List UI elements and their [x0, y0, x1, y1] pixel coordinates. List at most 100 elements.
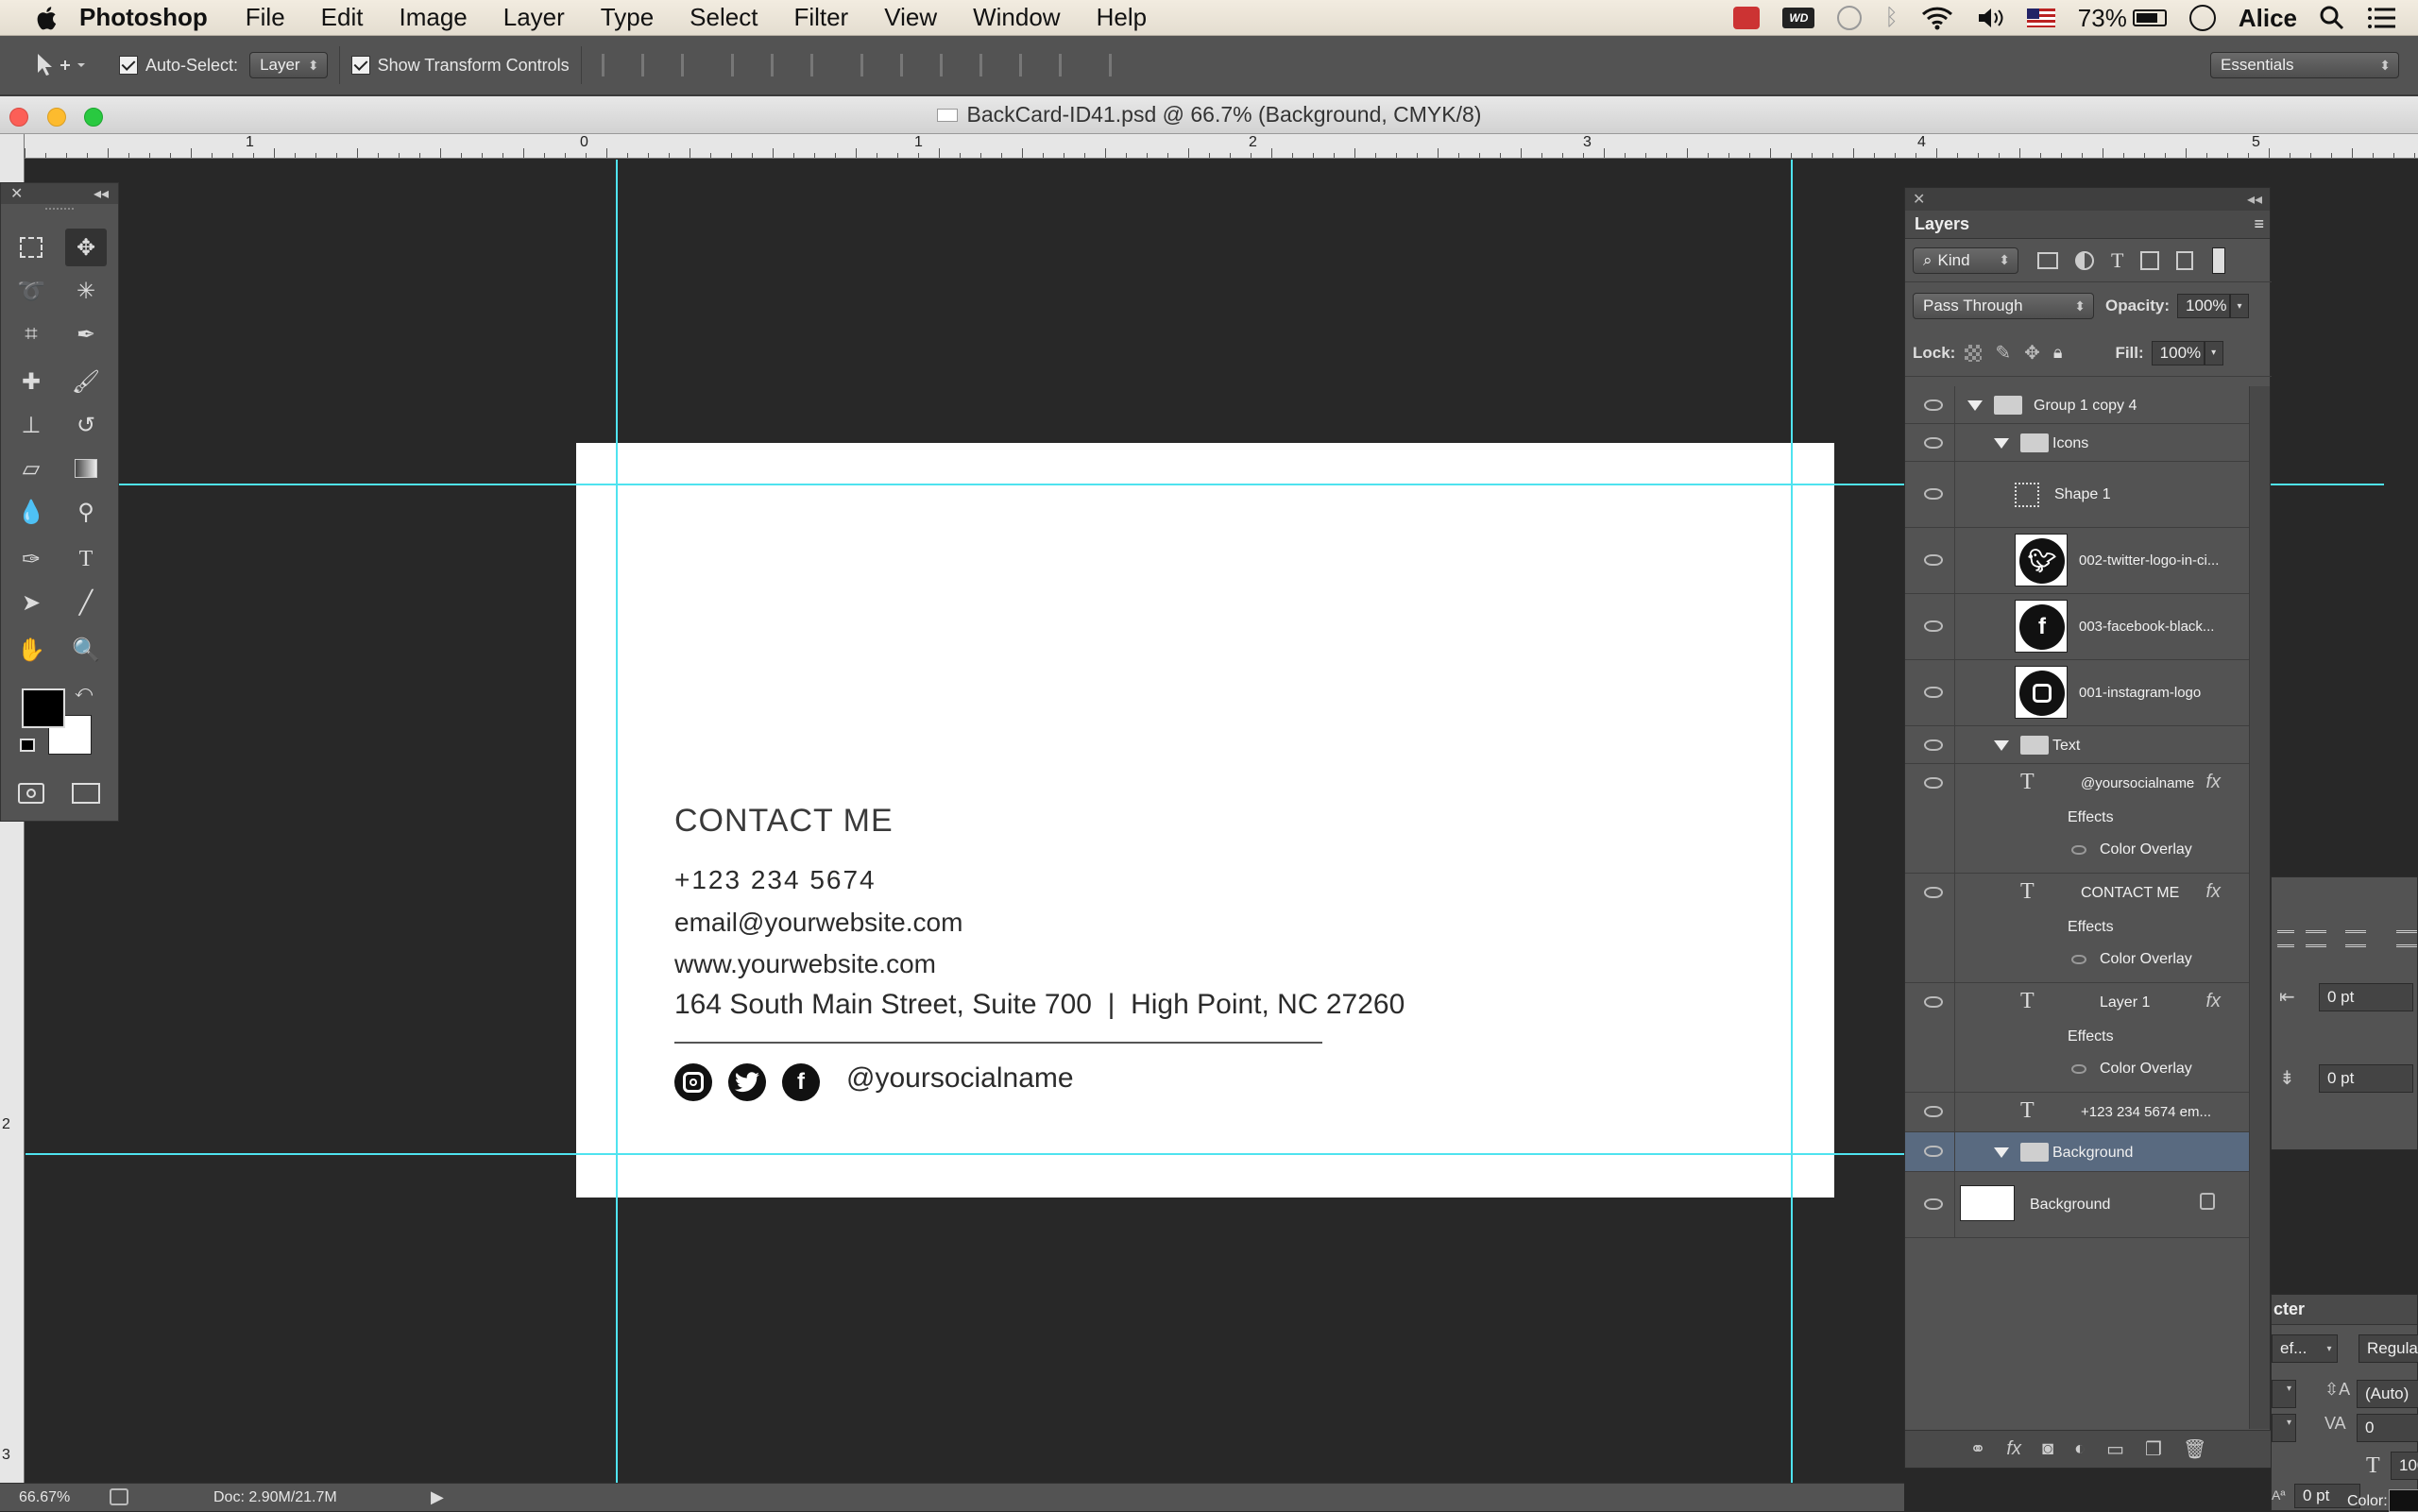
add-mask-icon[interactable]: ◙ — [2042, 1438, 2053, 1460]
layer-facebook-logo[interactable]: f 003-facebook-black... — [1905, 594, 2249, 660]
wd-drive-icon[interactable]: WD — [1782, 8, 1815, 28]
vertical-scale-input[interactable]: 100 — [2391, 1452, 2418, 1480]
lock-pixels-icon[interactable]: ✎ — [1995, 341, 2011, 365]
effect-visibility-eye-icon[interactable] — [2071, 845, 2086, 855]
close-icon[interactable]: ✕ — [1913, 190, 1925, 209]
space-after-input[interactable]: 0 pt — [2319, 1064, 2413, 1093]
battery-percent[interactable]: 73% — [2078, 4, 2127, 33]
visibility-eye-icon[interactable] — [1924, 437, 1943, 449]
horizontal-ruler[interactable]: 1 0 1 2 3 4 5 — [25, 134, 2418, 159]
effect-visibility-eye-icon[interactable] — [2071, 1064, 2086, 1074]
swap-colors-icon[interactable]: ⤺ — [75, 682, 93, 702]
leading-input[interactable]: (Auto) — [2357, 1380, 2418, 1408]
layer-icons-folder[interactable]: Icons — [1905, 424, 2249, 462]
history-brush-tool-icon[interactable]: ↺ — [65, 406, 107, 444]
auto-select-checkbox[interactable] — [119, 56, 138, 75]
guide-horizontal[interactable] — [2271, 484, 2384, 485]
visibility-eye-icon[interactable] — [1924, 1106, 1943, 1117]
menu-select[interactable]: Select — [690, 3, 758, 32]
move-tool-icon[interactable]: ✥ — [65, 229, 107, 266]
link-layers-icon[interactable]: ⚭ — [1970, 1437, 1986, 1461]
visibility-eye-icon[interactable] — [1924, 1146, 1943, 1157]
effect-visibility-eye-icon[interactable] — [2071, 955, 2086, 964]
wifi-icon[interactable] — [1921, 6, 1953, 30]
new-group-icon[interactable]: ▭ — [2106, 1437, 2124, 1461]
quick-mask-icon[interactable] — [10, 774, 52, 812]
gradient-tool-icon[interactable] — [65, 450, 107, 487]
zoom-window-button[interactable] — [84, 108, 103, 127]
eyedropper-tool-icon[interactable]: ✒ — [65, 315, 107, 353]
pen-tool-icon[interactable]: ✑ — [10, 540, 52, 578]
filter-toggle-switch[interactable] — [2212, 246, 2226, 274]
filter-shape-icon[interactable] — [2140, 250, 2160, 270]
layer-social-text[interactable]: T @yoursocialname fx Effects Color Overl… — [1905, 764, 2249, 874]
layer-text-folder[interactable]: Text — [1905, 726, 2249, 764]
visibility-eye-icon[interactable] — [1924, 399, 1943, 411]
filter-kind-dropdown[interactable]: ⌕ Kind — [1913, 246, 2018, 274]
fx-icon[interactable]: fx — [2205, 881, 2221, 903]
kerning-arrow[interactable]: ▾ — [2287, 1418, 2291, 1428]
eraser-tool-icon[interactable]: ▱ — [10, 450, 52, 487]
magic-wand-tool-icon[interactable]: ✳ — [65, 272, 107, 310]
kerning-dropdown[interactable] — [2272, 1414, 2296, 1442]
time-machine-icon[interactable] — [1837, 6, 1863, 30]
font-size-dropdown[interactable] — [2272, 1380, 2296, 1408]
marquee-tool-icon[interactable] — [10, 229, 52, 266]
indent-right-icon[interactable]: ⇤ — [2279, 985, 2295, 1009]
menu-app-name[interactable]: Photoshop — [79, 3, 208, 32]
user-name[interactable]: Alice — [2239, 4, 2297, 33]
minimize-window-button[interactable] — [47, 108, 66, 127]
layer-shape-1[interactable]: Shape 1 — [1905, 462, 2249, 528]
document-canvas[interactable]: CONTACT ME +123 234 5674 email@yourwebsi… — [576, 443, 1834, 1198]
visibility-eye-icon[interactable] — [1924, 739, 1943, 751]
font-family-arrow[interactable]: ▾ — [2321, 1336, 2338, 1361]
tab-layers[interactable]: Layers ≡ — [1905, 211, 2270, 239]
filter-adjustment-icon[interactable] — [2075, 250, 2094, 270]
layer-instagram-logo[interactable]: 001-instagram-logo — [1905, 660, 2249, 726]
text-color-swatch[interactable] — [2389, 1489, 2418, 1512]
visibility-eye-icon[interactable] — [1924, 620, 1943, 632]
type-tool-icon[interactable]: T — [65, 540, 107, 578]
indent-right-input[interactable]: 0 pt — [2319, 983, 2413, 1011]
collapse-icon[interactable]: ◂◂ — [94, 184, 109, 203]
expand-triangle-icon[interactable] — [1994, 740, 2009, 751]
menu-layer[interactable]: Layer — [503, 3, 565, 32]
zoom-level[interactable]: 66.67% — [19, 1489, 70, 1506]
layer-background[interactable]: Background — [1905, 1172, 2249, 1238]
menu-file[interactable]: File — [246, 3, 285, 32]
layer-group-1-copy-4[interactable]: Group 1 copy 4 — [1905, 386, 2249, 424]
lock-position-icon[interactable]: ✥ — [2024, 341, 2040, 365]
screen-mode-icon[interactable] — [65, 774, 107, 812]
guide-horizontal[interactable] — [26, 1153, 1904, 1155]
distribute-vcenter-icon[interactable] — [899, 54, 923, 76]
visibility-eye-icon[interactable] — [1924, 777, 1943, 789]
menu-help[interactable]: Help — [1097, 3, 1147, 32]
path-selection-tool-icon[interactable]: ➤ — [10, 584, 52, 621]
close-window-button[interactable] — [9, 108, 28, 127]
lock-all-icon[interactable]: 🔒︎ — [2053, 343, 2063, 363]
panel-menu-icon[interactable]: ≡ — [2254, 214, 2264, 234]
dodge-tool-icon[interactable]: ⚲ — [65, 493, 107, 531]
font-style-dropdown[interactable]: Regula — [2358, 1334, 2418, 1363]
apple-icon[interactable] — [34, 5, 59, 31]
expand-triangle-icon[interactable] — [1994, 438, 2009, 449]
brush-tool-icon[interactable]: 🖌 — [65, 363, 107, 400]
guide-vertical[interactable] — [616, 160, 618, 1483]
align-left-icon[interactable] — [730, 54, 754, 76]
layers-scrollbar[interactable] — [2249, 386, 2270, 1429]
close-icon[interactable]: ✕ — [10, 184, 23, 203]
menu-view[interactable]: View — [884, 3, 937, 32]
status-share-icon[interactable] — [110, 1488, 128, 1505]
menu-type[interactable]: Type — [601, 3, 654, 32]
dropbox-icon[interactable] — [1733, 7, 1761, 29]
panel-grip[interactable] — [45, 208, 74, 215]
move-tool-preset-icon[interactable] — [32, 51, 85, 79]
font-size-arrow[interactable]: ▾ — [2287, 1384, 2291, 1394]
align-center-icon[interactable] — [2306, 930, 2326, 947]
visibility-eye-icon[interactable] — [1924, 996, 1943, 1008]
adjustment-layer-icon[interactable]: ◐ — [2074, 1438, 2086, 1460]
visibility-eye-icon[interactable] — [1924, 887, 1943, 898]
visibility-eye-icon[interactable] — [1924, 687, 1943, 698]
blur-tool-icon[interactable]: 💧 — [10, 493, 52, 531]
visibility-eye-icon[interactable] — [1924, 554, 1943, 566]
